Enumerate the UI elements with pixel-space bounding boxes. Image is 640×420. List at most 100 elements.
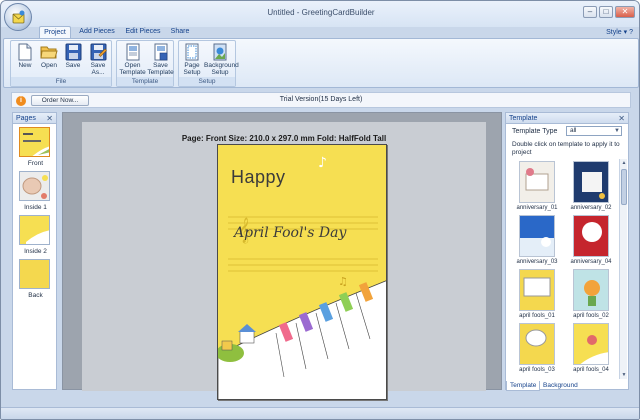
save-template-button[interactable]: Save Template <box>147 43 174 76</box>
save-button[interactable]: Save <box>61 43 85 69</box>
template-panel-close-icon[interactable]: ✕ <box>618 113 625 124</box>
save-template-label: Save Template <box>147 62 174 76</box>
template-caption: april fools_01 <box>519 313 555 319</box>
close-button[interactable]: ✕ <box>615 6 635 18</box>
setup-group-label: Setup <box>179 77 235 86</box>
file-group-label: File <box>11 77 111 86</box>
template-type-value: all <box>570 127 577 134</box>
page-label-front: Front <box>27 160 44 167</box>
template-thumbnail <box>573 323 609 365</box>
save-label: Save <box>65 62 81 69</box>
open-label: Open <box>41 62 57 69</box>
save-as-button[interactable]: Save As... <box>86 43 110 76</box>
tab-project[interactable]: Project <box>39 26 71 38</box>
template-caption: april fools_02 <box>573 313 609 319</box>
scroll-up-icon[interactable]: ▲ <box>620 159 628 167</box>
inside-1-thumbnail-image <box>20 172 49 200</box>
template-hint: Double click on template to apply it to … <box>512 141 620 156</box>
open-folder-icon <box>40 46 58 59</box>
template-item-april-fools-01[interactable]: april fools_01 <box>511 269 563 321</box>
template-thumbnail <box>519 323 555 365</box>
window-title: Untitled - GreetingCardBuilder <box>267 8 375 17</box>
page-thumb-inside-2[interactable] <box>19 215 50 245</box>
template-item-anniversary-01[interactable]: anniversary_01 <box>511 161 563 213</box>
new-button[interactable]: New <box>13 43 37 69</box>
page-label-inside-1: Inside 1 <box>24 204 47 211</box>
svg-text:♫: ♫ <box>338 275 348 288</box>
scroll-down-icon[interactable]: ▼ <box>620 371 628 379</box>
template-item-anniversary-02[interactable]: anniversary_02 <box>565 161 617 213</box>
style-menu[interactable]: Style ▾ ? <box>606 28 633 36</box>
background-setup-button[interactable]: Background Setup <box>204 43 239 76</box>
pages-panel: Pages ✕ Front Inside 1 Inside 2 Back <box>12 112 57 390</box>
tab-edit-pieces[interactable]: Edit Pieces <box>123 26 163 38</box>
template-caption: anniversary_02 <box>570 205 612 211</box>
template-item-anniversary-04[interactable]: anniversary_04 <box>565 215 617 267</box>
open-template-button[interactable]: Open Template <box>119 43 146 76</box>
pages-panel-close-icon[interactable]: ✕ <box>46 113 53 124</box>
ribbon: New Open Save Save As... File Open Templ… <box>3 38 639 88</box>
template-caption: anniversary_03 <box>516 259 558 265</box>
template-gallery: anniversary_01 anniversary_02 anniversar… <box>509 159 619 379</box>
pages-panel-title: Pages <box>16 115 36 122</box>
design-canvas[interactable]: Page: Front Size: 210.0 x 297.0 mm Fold:… <box>62 112 502 400</box>
template-thumbnail <box>519 269 555 311</box>
template-thumbnail <box>573 269 609 311</box>
save-disk-icon <box>65 43 81 61</box>
open-template-icon <box>126 43 139 61</box>
application-menu-button[interactable] <box>4 3 32 31</box>
template-panel-title: Template <box>509 115 538 122</box>
card-heading[interactable]: Happy <box>231 167 286 188</box>
background-setup-label: Background Setup <box>204 62 239 76</box>
page-setup-icon <box>185 43 199 61</box>
ribbon-group-template: Open Template Save Template Template <box>116 40 174 87</box>
background-setup-icon <box>213 43 227 61</box>
status-bar <box>1 407 639 419</box>
page-setup-label: Page Setup <box>183 62 201 76</box>
ribbon-group-file: New Open Save Save As... File <box>10 40 112 87</box>
tab-add-pieces[interactable]: Add Pieces <box>75 26 119 38</box>
template-type-select[interactable]: all ▼ <box>566 126 622 136</box>
template-caption: anniversary_01 <box>516 205 558 211</box>
tab-background[interactable]: Background <box>540 381 581 391</box>
card-front-page[interactable]: ♪ 𝄞 ♫ Happy April Fool's Day <box>217 144 387 400</box>
save-as-disk-icon <box>90 43 107 61</box>
card-subheading[interactable]: April Fool's Day <box>234 225 346 241</box>
page-thumb-front[interactable] <box>19 127 50 157</box>
template-item-april-fools-04[interactable]: april fools_04 <box>565 323 617 375</box>
title-bar: Untitled - GreetingCardBuilder – □ ✕ <box>1 1 639 31</box>
chevron-down-icon: ▼ <box>614 128 620 134</box>
template-thumbnail <box>519 215 555 257</box>
new-label: New <box>18 62 32 69</box>
open-button[interactable]: Open <box>37 43 61 69</box>
inside-2-thumbnail-image <box>20 216 49 244</box>
template-caption: april fools_04 <box>573 367 609 373</box>
template-caption: anniversary_04 <box>570 259 612 265</box>
tab-template[interactable]: Template <box>506 381 541 391</box>
template-item-anniversary-03[interactable]: anniversary_03 <box>511 215 563 267</box>
template-thumbnail <box>573 161 609 203</box>
front-thumbnail-image <box>20 128 49 156</box>
page-thumb-inside-1[interactable] <box>19 171 50 201</box>
page-thumb-back[interactable] <box>19 259 50 289</box>
app-window: Untitled - GreetingCardBuilder – □ ✕ Pro… <box>0 0 640 420</box>
template-panel-header: Template ✕ <box>506 113 628 124</box>
tab-share[interactable]: Share <box>167 26 193 38</box>
scrollbar-thumb[interactable] <box>621 169 627 205</box>
maximize-button[interactable]: □ <box>599 6 613 18</box>
page-info: Page: Front Size: 210.0 x 297.0 mm Fold:… <box>181 134 387 143</box>
trial-status-text: Trial Version(15 Days Left) <box>279 96 363 103</box>
pages-panel-header: Pages ✕ <box>13 113 56 124</box>
open-template-label: Open Template <box>119 62 146 76</box>
save-template-icon <box>154 43 167 61</box>
minimize-button[interactable]: – <box>583 6 597 18</box>
new-document-icon <box>18 43 32 61</box>
trial-message-bar: i Order Now... Trial Version(15 Days Lef… <box>11 92 631 108</box>
page-setup-button[interactable]: Page Setup <box>181 43 203 76</box>
template-item-april-fools-03[interactable]: april fools_03 <box>511 323 563 375</box>
app-logo-icon <box>12 10 25 24</box>
template-gallery-scrollbar[interactable]: ▲ ▼ <box>619 159 627 379</box>
template-thumbnail <box>573 215 609 257</box>
template-item-april-fools-02[interactable]: april fools_02 <box>565 269 617 321</box>
save-as-label: Save As... <box>90 62 106 76</box>
